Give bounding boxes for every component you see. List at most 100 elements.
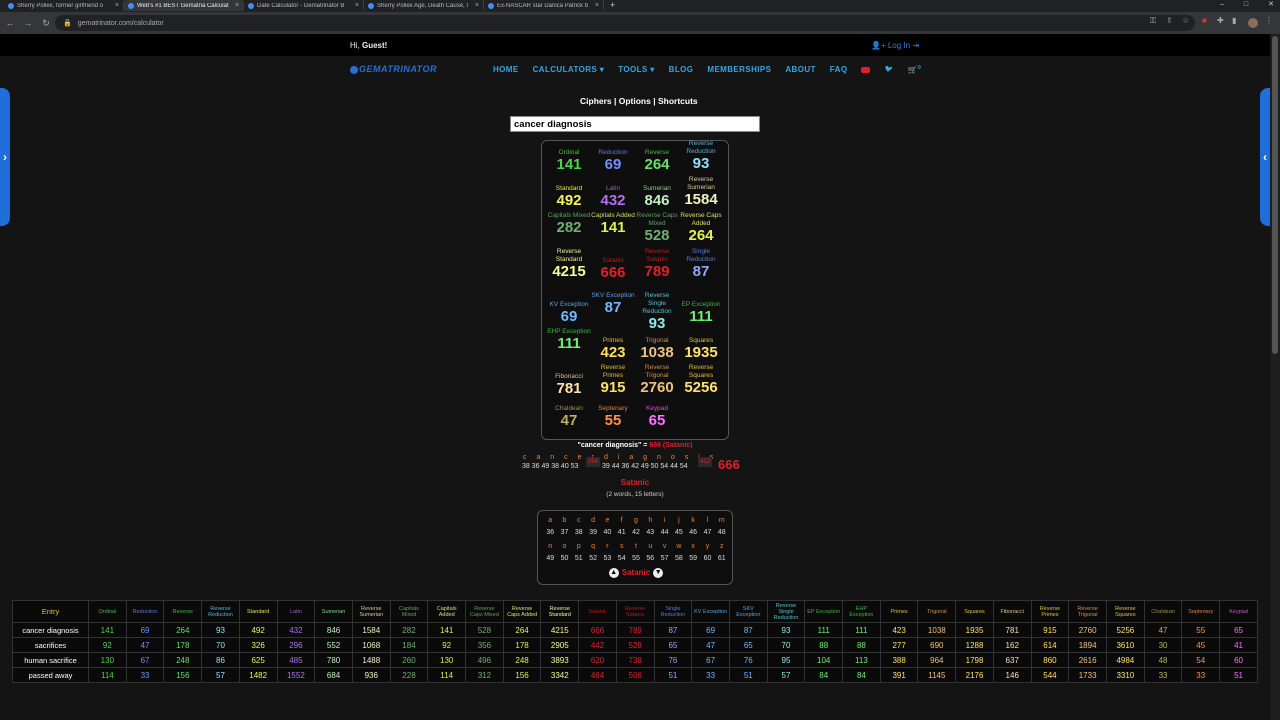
value-cell[interactable]: 464 [578, 667, 617, 683]
cipher-cell[interactable]: SKV Exception 87 [591, 292, 635, 316]
column-header[interactable]: Capitals Added [427, 600, 467, 623]
value-cell[interactable]: 485 [276, 652, 316, 668]
cipher-cell[interactable]: EP Exception 111 [679, 301, 723, 325]
entry-cell[interactable]: sacrifices [12, 637, 89, 653]
cipher-cell[interactable]: Ordinal 141 [547, 149, 591, 173]
cipher-cell[interactable]: Reverse Standard 4215 [547, 248, 591, 280]
value-cell[interactable]: 47 [691, 637, 730, 653]
page-scrollbar[interactable] [1270, 34, 1280, 720]
value-cell[interactable]: 528 [615, 637, 655, 653]
value-cell[interactable]: 162 [992, 637, 1032, 653]
value-cell[interactable]: 67 [125, 652, 165, 668]
value-cell[interactable]: 87 [728, 622, 768, 638]
value-cell[interactable]: 1488 [351, 652, 391, 668]
column-header[interactable]: Reverse Primes [1030, 600, 1070, 623]
cipher-cell[interactable]: Satanic 666 [591, 257, 635, 281]
value-cell[interactable]: 92 [88, 637, 127, 653]
value-cell[interactable]: 506 [615, 667, 655, 683]
column-header[interactable]: EP Exception [804, 600, 844, 623]
value-cell[interactable]: 47 [1143, 622, 1183, 638]
value-cell[interactable]: 57 [201, 667, 240, 683]
value-cell[interactable]: 113 [842, 652, 881, 668]
cipher-cell[interactable]: Latin 432 [591, 185, 635, 209]
value-cell[interactable]: 33 [1143, 667, 1183, 683]
column-header[interactable]: Fibonacci [992, 600, 1032, 623]
value-cell[interactable]: 964 [917, 652, 957, 668]
value-cell[interactable]: 60 [1219, 652, 1258, 668]
value-cell[interactable]: 1894 [1068, 637, 1107, 653]
url-field[interactable]: 🔒 gematrinator.com/calculator [55, 15, 1195, 31]
back-icon[interactable]: ← [2, 18, 18, 28]
column-header[interactable]: SKV Exception [728, 600, 768, 623]
left-panel-toggle[interactable]: › [0, 88, 10, 226]
column-header[interactable]: Reverse Trigonal [1068, 600, 1107, 623]
value-cell[interactable]: 496 [465, 652, 504, 668]
column-header[interactable]: Sumerian [314, 600, 353, 623]
value-cell[interactable]: 690 [917, 637, 957, 653]
cipher-cell[interactable]: Sumerian 846 [635, 185, 679, 209]
value-cell[interactable]: 1482 [238, 667, 278, 683]
twitter-icon[interactable]: 🐦 [884, 65, 893, 75]
cipher-cell[interactable]: Reverse Single Reduction 93 [635, 292, 679, 332]
value-cell[interactable]: 33 [1181, 667, 1221, 683]
column-header[interactable]: Trigonal [917, 600, 957, 623]
value-cell[interactable]: 41 [1219, 637, 1258, 653]
share-icon[interactable]: ⇪ [1166, 16, 1173, 25]
extensions-puzzle-icon[interactable]: ✚ [1217, 16, 1224, 25]
value-cell[interactable]: 33 [125, 667, 165, 683]
value-cell[interactable]: 666 [578, 622, 617, 638]
cipher-cell[interactable]: Squares 1935 [679, 337, 723, 361]
value-cell[interactable]: 70 [201, 637, 240, 653]
column-header[interactable]: Reverse Standard [540, 600, 580, 623]
column-header[interactable]: Reverse Squares [1105, 600, 1145, 623]
column-header[interactable]: EHP Exception [842, 600, 881, 623]
calculator-links[interactable]: Ciphers | Options | Shortcuts [580, 96, 698, 106]
table-row[interactable]: cancer diagnosis 141 69 264 93 492 432 846 1584 2… [12, 622, 1258, 638]
scrollbar-thumb[interactable] [1272, 36, 1278, 354]
entry-cell[interactable]: cancer diagnosis [12, 622, 89, 638]
tab-close-icon[interactable]: × [475, 2, 479, 9]
tab-close-icon[interactable]: × [235, 2, 239, 9]
value-cell[interactable]: 51 [728, 667, 768, 683]
value-cell[interactable]: 70 [766, 637, 806, 653]
value-cell[interactable]: 2905 [540, 637, 580, 653]
cipher-cell[interactable]: Septenary 55 [591, 405, 635, 429]
value-cell[interactable]: 552 [314, 637, 353, 653]
value-cell[interactable]: 1068 [351, 637, 391, 653]
value-cell[interactable]: 264 [163, 622, 203, 638]
value-cell[interactable]: 178 [502, 637, 542, 653]
value-cell[interactable]: 2616 [1068, 652, 1107, 668]
cipher-cell[interactable]: KV Exception 69 [547, 301, 591, 325]
column-header[interactable]: Primes [879, 600, 919, 623]
column-header[interactable]: KV Exception [691, 600, 730, 623]
cipher-cell[interactable]: Reduction 69 [591, 149, 635, 173]
value-cell[interactable]: 55 [1181, 622, 1221, 638]
cipher-label[interactable]: Satanic [0, 478, 1270, 487]
value-cell[interactable]: 356 [465, 637, 504, 653]
column-header-entry[interactable]: Entry [12, 600, 89, 623]
value-cell[interactable]: 1584 [351, 622, 391, 638]
nav-item-tools[interactable]: TOOLS ▾ [618, 65, 654, 75]
column-header[interactable]: Capitals Mixed [389, 600, 429, 623]
value-cell[interactable]: 65 [653, 637, 693, 653]
value-cell[interactable]: 5256 [1105, 622, 1145, 638]
gematria-search-input[interactable] [510, 116, 760, 132]
column-header[interactable]: Reverse Caps Added [502, 600, 542, 623]
column-header[interactable]: Ordinal [88, 600, 127, 623]
value-cell[interactable]: 1145 [917, 667, 957, 683]
cipher-cell[interactable]: Keypad 65 [635, 405, 679, 429]
value-cell[interactable]: 51 [1219, 667, 1258, 683]
value-cell[interactable]: 312 [465, 667, 504, 683]
value-cell[interactable]: 1798 [955, 652, 994, 668]
value-cell[interactable]: 442 [578, 637, 617, 653]
value-cell[interactable]: 88 [842, 637, 881, 653]
value-cell[interactable]: 264 [502, 622, 542, 638]
value-cell[interactable]: 65 [728, 637, 768, 653]
browser-tab[interactable]: Web's #1 BEST Gematria Calculat × [124, 0, 244, 11]
value-cell[interactable]: 130 [427, 652, 467, 668]
value-cell[interactable]: 781 [992, 622, 1032, 638]
browser-tab[interactable]: Date Calculator - Gematrinator B × [244, 0, 364, 11]
chevron-up-icon[interactable]: ▲ [608, 568, 619, 578]
tab-close-icon[interactable]: × [355, 2, 359, 9]
value-cell[interactable]: 3610 [1105, 637, 1145, 653]
